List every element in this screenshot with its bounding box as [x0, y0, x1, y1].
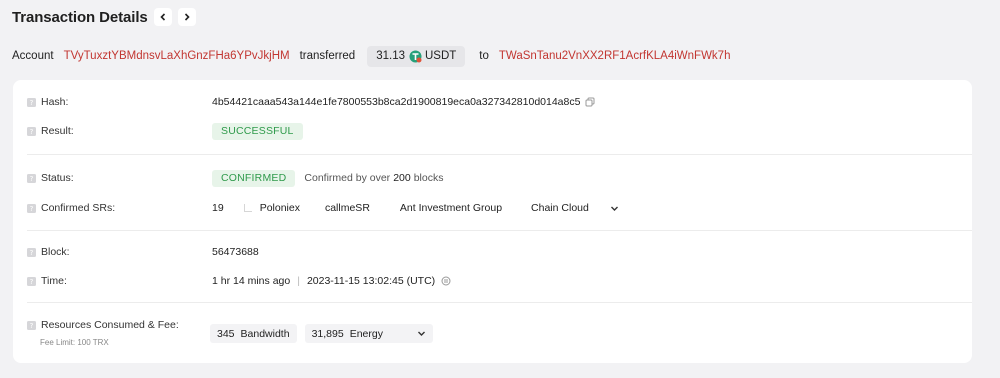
srs-count: 19: [212, 202, 224, 214]
svg-text:?: ?: [30, 249, 34, 257]
status-value-row: CONFIRMED Confirmed by over 200 blocks: [212, 168, 443, 188]
svg-text:?: ?: [30, 278, 34, 286]
energy-label: Energy: [349, 327, 383, 340]
srs-label-row: ? Confirmed SRs:: [27, 198, 115, 218]
bandwidth-chip: 345 Bandwidth: [210, 324, 297, 343]
transfer-summary: Account TVyTuxztYBMdnsvLaXhGnzFHa6YPvJkj…: [12, 45, 730, 67]
page-header: Transaction Details: [12, 7, 196, 27]
chevron-left-icon: [160, 13, 165, 21]
status-label-row: ? Status:: [27, 168, 74, 188]
block-label-row: ? Block:: [27, 242, 70, 262]
time-label: Time:: [41, 275, 67, 287]
resources-label: Resources Consumed & Fee:: [41, 319, 179, 331]
srs-value-row: 19 Poloniex callmeSR Ant Investment Grou…: [212, 198, 619, 218]
from-address-link[interactable]: TVyTuxztYBMdnsvLaXhGnzFHa6YPvJkjHM: [64, 50, 290, 62]
amount-value: 31.13: [376, 50, 405, 62]
help-icon[interactable]: ?: [27, 276, 36, 286]
bandwidth-label: Bandwidth: [240, 327, 290, 340]
block-value-row: 56473688: [212, 242, 259, 262]
srs-label: Confirmed SRs:: [41, 202, 116, 214]
hash-label: Hash:: [41, 96, 69, 108]
chevron-right-icon: [184, 13, 190, 21]
divider: [27, 230, 972, 231]
status-note-suffix: blocks: [413, 172, 444, 184]
time-separator: |: [297, 275, 300, 287]
clock-switch-icon[interactable]: [441, 276, 451, 286]
result-value-row: SUCCESSFUL: [212, 121, 303, 141]
amount-badge: 31.13 USDT: [367, 45, 466, 67]
help-icon[interactable]: ?: [27, 320, 36, 330]
status-badge: CONFIRMED: [212, 169, 296, 187]
time-value-row: 1 hr 14 mins ago | 2023-11-15 13:02:45 (…: [212, 271, 451, 291]
chevron-down-icon[interactable]: [610, 204, 619, 213]
summary-verb: transferred: [299, 50, 356, 62]
result-label: Result:: [41, 125, 74, 137]
page-title: Transaction Details: [12, 8, 148, 26]
copy-icon[interactable]: [585, 97, 595, 107]
sr-link-ant-investment-group[interactable]: Ant Investment Group: [400, 202, 502, 214]
hash-value-row: 4b54421caaa543a144e1fe7800553b8ca2d19008…: [212, 92, 595, 112]
previous-button[interactable]: [153, 8, 172, 26]
sr-link-poloniex[interactable]: Poloniex: [260, 202, 300, 214]
token-link[interactable]: USDT: [425, 50, 456, 62]
result-badge: SUCCESSFUL: [212, 122, 303, 140]
time-utc: 2023-11-15 13:02:45 (UTC): [306, 275, 436, 287]
summary-prefix: Account: [12, 50, 54, 62]
help-icon[interactable]: ?: [27, 173, 36, 183]
hash-value: 4b54421caaa543a144e1fe7800553b8ca2d19008…: [212, 96, 581, 108]
status-note-count: 200: [393, 172, 411, 184]
next-button[interactable]: [177, 8, 196, 26]
time-ago: 1 hr 14 mins ago: [212, 275, 291, 287]
block-number-link[interactable]: 56473688: [212, 246, 259, 258]
to-address-link[interactable]: TWaSnTanu2VnXX2RF1AcrfKLA4iWnFWk7h: [499, 50, 731, 62]
sr-link-callmesr[interactable]: callmeSR: [325, 202, 370, 214]
svg-text:?: ?: [30, 99, 34, 107]
status-note-prefix: Confirmed by over: [304, 172, 391, 184]
sr-link-chain-cloud[interactable]: Chain Cloud: [531, 202, 589, 214]
svg-text:?: ?: [30, 205, 34, 213]
bandwidth-value: 345: [217, 327, 235, 340]
svg-text:?: ?: [30, 175, 34, 183]
help-icon[interactable]: ?: [27, 97, 36, 107]
resources-label-row: ? Resources Consumed & Fee:: [27, 315, 179, 335]
status-label: Status:: [41, 172, 74, 184]
help-icon[interactable]: ?: [27, 126, 36, 136]
divider: [27, 154, 972, 155]
block-label: Block:: [41, 246, 70, 258]
poloniex-logo-icon: [243, 204, 252, 212]
energy-value: 31,895: [311, 327, 344, 340]
fee-limit-note: Fee Limit: 100 TRX: [40, 338, 109, 347]
chevron-down-icon[interactable]: [417, 329, 426, 338]
usdt-token-icon: [409, 50, 422, 62]
result-label-row: ? Result:: [27, 121, 74, 141]
svg-text:?: ?: [30, 128, 34, 136]
energy-chip[interactable]: 31,895 Energy: [304, 324, 433, 343]
resources-value-row: 345 Bandwidth 31,895 Energy: [210, 323, 441, 344]
time-label-row: ? Time:: [27, 271, 67, 291]
hash-label-row: ? Hash:: [27, 92, 68, 112]
help-icon[interactable]: ?: [27, 203, 36, 213]
summary-to-word: to: [479, 50, 489, 62]
divider: [27, 302, 972, 303]
help-icon[interactable]: ?: [27, 247, 36, 257]
details-card: ? Hash: 4b54421caaa543a144e1fe7800553b8c…: [13, 80, 972, 363]
svg-text:?: ?: [30, 322, 34, 330]
